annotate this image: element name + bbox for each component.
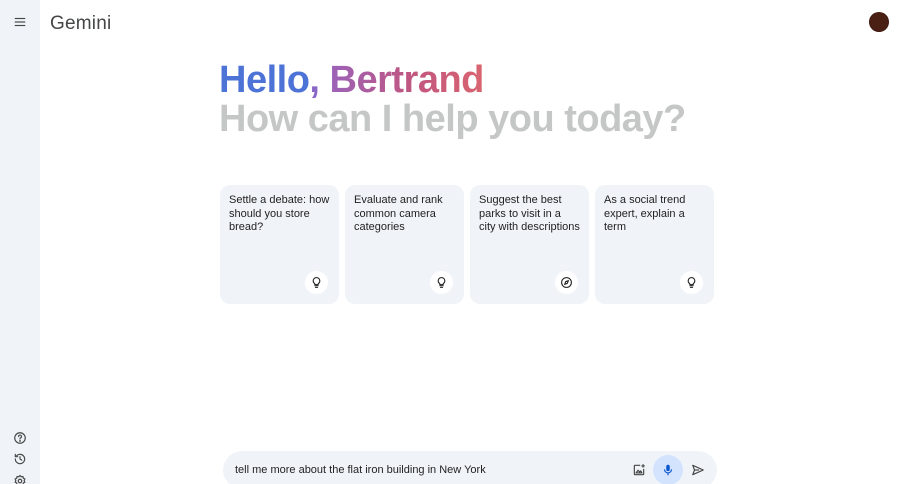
microphone-icon	[663, 464, 673, 476]
send-button[interactable]	[684, 456, 712, 484]
suggestion-card-text: Evaluate and rank common camera categori…	[354, 194, 443, 233]
avatar[interactable]	[869, 12, 889, 32]
suggestion-card[interactable]: Settle a debate: how should you store br…	[220, 185, 339, 304]
suggestion-card[interactable]: As a social trend expert, explain a term	[595, 185, 714, 304]
help-button[interactable]	[9, 427, 31, 449]
suggestion-card-text: Suggest the best parks to visit in a cit…	[479, 194, 580, 233]
upload-image-button[interactable]	[625, 456, 653, 484]
app-title[interactable]: Gemini	[50, 13, 111, 35]
sidebar-rail	[0, 0, 40, 484]
lightbulb-icon	[305, 271, 328, 294]
lightbulb-icon	[430, 271, 453, 294]
settings-button[interactable]	[9, 470, 31, 484]
menu-button[interactable]	[9, 11, 31, 33]
greeting: Hello, Bertrand	[219, 58, 484, 102]
greeting-comma: ,	[309, 59, 320, 101]
prompt-bar	[223, 451, 717, 484]
greeting-hello: Hello	[219, 59, 310, 101]
greeting-user-name: Bertrand	[329, 59, 485, 101]
suggestion-card[interactable]: Suggest the best parks to visit in a cit…	[470, 185, 589, 304]
compass-icon	[555, 271, 578, 294]
suggestion-card-text: As a social trend expert, explain a term	[604, 194, 686, 233]
lightbulb-icon	[680, 271, 703, 294]
history-icon	[14, 453, 26, 465]
add-image-icon	[633, 464, 645, 476]
suggestion-card-text: Settle a debate: how should you store br…	[229, 194, 330, 233]
microphone-button[interactable]	[653, 455, 683, 484]
greeting-subtitle: How can I help you today?	[219, 98, 686, 140]
send-icon	[692, 464, 704, 476]
settings-icon	[14, 474, 26, 484]
prompt-input[interactable]	[235, 460, 625, 480]
history-button[interactable]	[9, 448, 31, 470]
help-icon	[14, 432, 26, 444]
suggestion-card[interactable]: Evaluate and rank common camera categori…	[345, 185, 464, 304]
gemini-app: Gemini Hello, Bertrand How can I help yo…	[0, 0, 900, 484]
menu-icon	[14, 17, 26, 27]
